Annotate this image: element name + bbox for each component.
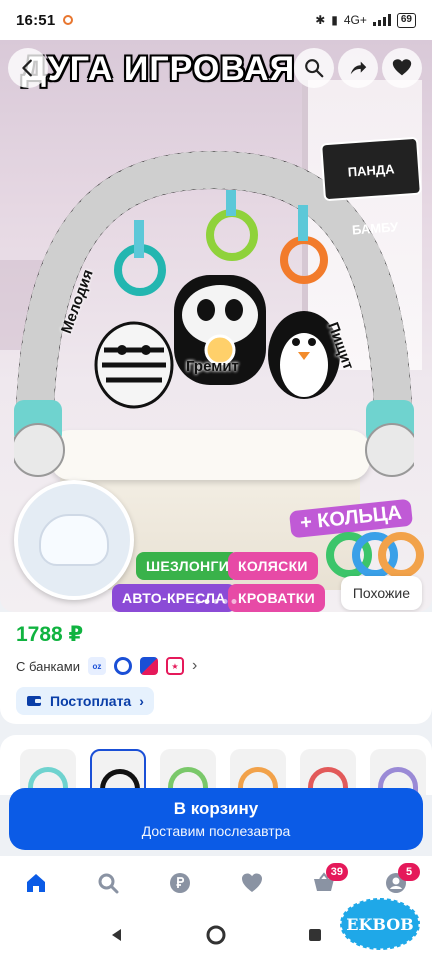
home-circle-icon[interactable]: [205, 924, 227, 946]
profile-count-badge: 5: [398, 863, 420, 881]
delivery-label: Доставим послезавтра: [141, 823, 291, 839]
thumbnails-row: [0, 735, 432, 795]
chevron-right-icon: ›: [139, 693, 144, 709]
recents-square-icon[interactable]: [307, 927, 323, 943]
banks-label: С банками: [16, 658, 80, 674]
ruble-icon: [170, 873, 190, 893]
status-time: 16:51: [16, 11, 56, 29]
bank-offers[interactable]: С банками oz ★ ›: [16, 657, 416, 675]
home-icon: [27, 874, 45, 892]
ring-orange: [378, 532, 424, 578]
add-to-cart-label: В корзину: [173, 799, 259, 818]
chevron-right-icon: ›: [191, 657, 198, 674]
tab-catalog[interactable]: [88, 863, 128, 903]
tab-home[interactable]: [16, 863, 56, 903]
network-type: 4G+: [343, 13, 367, 27]
status-icons: ✱ ▮ 4G+ 69: [315, 12, 416, 28]
brand-badge: ПАНДА БАМБУ: [320, 136, 422, 237]
hero-title: ДУГА ИГРОВАЯ: [22, 50, 296, 88]
heart-icon: [242, 873, 262, 892]
back-button[interactable]: [8, 48, 48, 88]
toy-label-rattle: Гремит: [186, 358, 239, 375]
status-bar: 16:51 ✱ ▮ 4G+ 69: [0, 0, 432, 40]
tag-cribs: КРОВАТКИ: [228, 584, 325, 612]
tag-strollers: КОЛЯСКИ: [228, 552, 318, 580]
ekbob-watermark: EKBOB: [338, 896, 422, 952]
vibrate-icon: ▮: [331, 13, 338, 27]
price: 1788 ₽: [16, 623, 84, 646]
bank-logo-icon: [139, 657, 158, 675]
notification-icon: [63, 15, 74, 25]
tab-finance[interactable]: [160, 863, 200, 903]
pacifier-holder-inset: [14, 480, 134, 600]
back-triangle-icon[interactable]: [109, 927, 125, 943]
share-icon: [350, 61, 367, 75]
tag-loungers: ШЕЗЛОНГИ: [136, 552, 240, 580]
battery-icon: 69: [396, 12, 416, 28]
watermark-text: EKBOB: [346, 915, 413, 934]
postpay-label: Постоплата: [50, 693, 132, 709]
search-icon: [98, 873, 119, 894]
search-icon: [305, 59, 324, 78]
postpay-button[interactable]: Постоплата ›: [16, 687, 154, 715]
tab-favorites[interactable]: [232, 863, 272, 903]
bank-logo-icon: ★: [165, 657, 184, 675]
product-image[interactable]: ДУГА ИГРОВАЯ ПАНДА БАМБУ Мелодия Гремит …: [0, 40, 432, 612]
search-button[interactable]: [294, 48, 334, 88]
price-card: 1788 ₽ С банками oz ★ › Постоплата ›: [0, 612, 432, 724]
heart-icon: [392, 59, 412, 76]
signal-icon: [372, 14, 391, 26]
tag-car-seats: АВТО-КРЕСЛА: [112, 584, 236, 612]
wallet-icon: [27, 696, 41, 706]
share-button[interactable]: [338, 48, 378, 88]
bluetooth-icon: ✱: [315, 13, 326, 27]
chevron-left-icon: [22, 59, 32, 77]
similar-button[interactable]: Похожие: [340, 576, 422, 610]
ozon-bank-icon: oz: [87, 657, 106, 675]
image-pager: [195, 599, 237, 604]
add-to-cart-button[interactable]: В корзину Доставим послезавтра: [9, 788, 423, 850]
cart-count-badge: 39: [325, 863, 348, 881]
bank-logo-icon: [113, 657, 132, 675]
favorite-button[interactable]: [382, 48, 422, 88]
